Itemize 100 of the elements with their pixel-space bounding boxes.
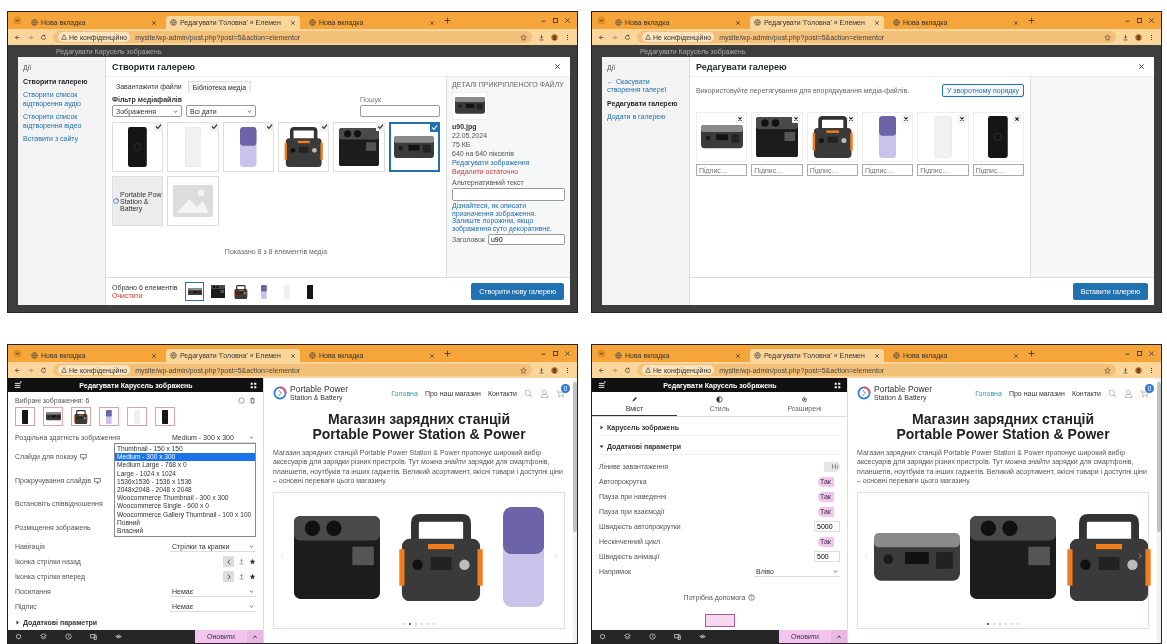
eye-icon[interactable] xyxy=(699,633,706,640)
close-window-icon[interactable] xyxy=(1148,17,1155,24)
image-thumbnail[interactable] xyxy=(43,407,63,426)
close-window-icon[interactable] xyxy=(564,17,571,24)
grid-icon[interactable] xyxy=(250,381,257,389)
image-thumbnail[interactable] xyxy=(155,407,175,426)
profile-icon[interactable] xyxy=(551,366,558,374)
checkmark-icon[interactable] xyxy=(154,122,164,131)
checkmark-icon[interactable] xyxy=(320,122,330,131)
menu-icon[interactable] xyxy=(14,381,22,389)
download-icon[interactable] xyxy=(1122,33,1129,41)
upload-icon[interactable] xyxy=(238,558,245,566)
tab-search-icon[interactable] xyxy=(13,349,22,358)
logo-icon[interactable] xyxy=(857,386,871,400)
settings-icon[interactable] xyxy=(15,633,22,640)
back-icon[interactable] xyxy=(14,366,21,374)
gallery-item[interactable] xyxy=(696,112,748,162)
history-icon[interactable] xyxy=(65,633,72,640)
icon-choice-button[interactable] xyxy=(223,571,234,583)
eye-icon[interactable] xyxy=(115,633,122,640)
scrollbar[interactable] xyxy=(1157,378,1161,643)
checkmark-icon[interactable] xyxy=(375,122,385,131)
new-tab-icon[interactable] xyxy=(444,350,451,357)
back-icon[interactable] xyxy=(598,366,605,374)
star-icon[interactable] xyxy=(1104,33,1111,41)
download-icon[interactable] xyxy=(538,366,545,374)
upload-icon[interactable] xyxy=(238,573,245,581)
remove-icon[interactable] xyxy=(847,115,855,123)
logo-icon[interactable] xyxy=(273,386,287,400)
remove-icon[interactable] xyxy=(1013,115,1021,123)
checkmark-icon[interactable] xyxy=(265,122,274,131)
back-icon[interactable] xyxy=(14,33,21,41)
gallery-item[interactable] xyxy=(972,112,1024,162)
monitor-icon[interactable] xyxy=(94,476,102,484)
menu-icon[interactable] xyxy=(598,381,606,389)
reload-icon[interactable] xyxy=(624,33,631,41)
media-item[interactable] xyxy=(388,122,440,172)
close-icon[interactable] xyxy=(554,63,561,70)
trash-icon[interactable] xyxy=(249,397,256,404)
profile-icon[interactable] xyxy=(1135,33,1142,41)
cart-icon[interactable] xyxy=(1140,388,1149,398)
checkmark-icon[interactable] xyxy=(430,123,439,132)
responsive-icon[interactable] xyxy=(90,633,97,640)
download-icon[interactable] xyxy=(538,33,545,41)
image-thumbnail[interactable] xyxy=(127,407,147,426)
profile-icon[interactable] xyxy=(1135,366,1142,374)
pencil-icon xyxy=(631,396,638,403)
new-tab-icon[interactable] xyxy=(1028,350,1035,357)
image-thumbnail[interactable] xyxy=(71,407,91,426)
tab-search-icon[interactable] xyxy=(597,349,606,358)
reload-icon[interactable] xyxy=(40,33,47,41)
star-icon[interactable] xyxy=(1104,366,1111,374)
close-icon[interactable] xyxy=(1138,63,1145,70)
more-menu-icon[interactable] xyxy=(1148,366,1155,374)
star-icon[interactable] xyxy=(249,573,256,581)
download-icon[interactable] xyxy=(1122,366,1129,374)
maximize-icon[interactable] xyxy=(552,350,559,357)
star-icon[interactable] xyxy=(520,33,527,41)
layers-icon[interactable] xyxy=(40,633,47,640)
tab-search-icon[interactable] xyxy=(13,16,22,25)
selected-thumbnail[interactable] xyxy=(231,282,251,301)
more-menu-icon[interactable] xyxy=(564,366,571,374)
history-icon[interactable] xyxy=(649,633,656,640)
close-window-icon[interactable] xyxy=(1148,350,1155,357)
search-field[interactable] xyxy=(360,105,440,117)
responsive-icon[interactable] xyxy=(674,633,681,640)
cart-icon[interactable] xyxy=(556,388,565,398)
question-icon[interactable] xyxy=(748,594,756,601)
new-tab-icon[interactable] xyxy=(1028,17,1035,24)
grid-icon[interactable] xyxy=(834,381,841,389)
star-icon[interactable] xyxy=(249,558,256,566)
settings-icon[interactable] xyxy=(599,633,606,640)
gallery-item[interactable] xyxy=(751,112,803,162)
power-station-drawing xyxy=(211,284,225,299)
maximize-icon[interactable] xyxy=(1136,350,1143,357)
gallery-item[interactable] xyxy=(806,112,858,162)
tab-search-icon[interactable] xyxy=(597,16,606,25)
star-icon[interactable] xyxy=(520,366,527,374)
image-thumbnail[interactable] xyxy=(15,407,35,426)
logo-text: Portable Power xyxy=(290,385,349,394)
chevron-right-icon[interactable] xyxy=(1137,553,1143,560)
reload-icon[interactable] xyxy=(40,366,47,374)
selected-thumbnail[interactable] xyxy=(185,282,205,301)
scrollbar[interactable] xyxy=(573,378,577,643)
alt-text-field[interactable] xyxy=(452,188,565,201)
monitor-icon[interactable] xyxy=(80,453,88,461)
maximize-icon[interactable] xyxy=(552,17,559,24)
back-icon[interactable] xyxy=(598,33,605,41)
icon-choice-button[interactable] xyxy=(223,556,234,568)
new-tab-icon[interactable] xyxy=(444,17,451,24)
more-menu-icon[interactable] xyxy=(1148,33,1155,41)
reload-icon[interactable] xyxy=(624,366,631,374)
checkmark-icon[interactable] xyxy=(209,122,219,131)
image-thumbnail[interactable] xyxy=(99,407,119,426)
selected-thumbnail[interactable] xyxy=(208,282,228,301)
more-menu-icon[interactable] xyxy=(564,33,571,41)
profile-icon[interactable] xyxy=(551,33,558,41)
close-window-icon[interactable] xyxy=(564,350,571,357)
layers-icon[interactable] xyxy=(624,633,631,640)
maximize-icon[interactable] xyxy=(1136,17,1143,24)
